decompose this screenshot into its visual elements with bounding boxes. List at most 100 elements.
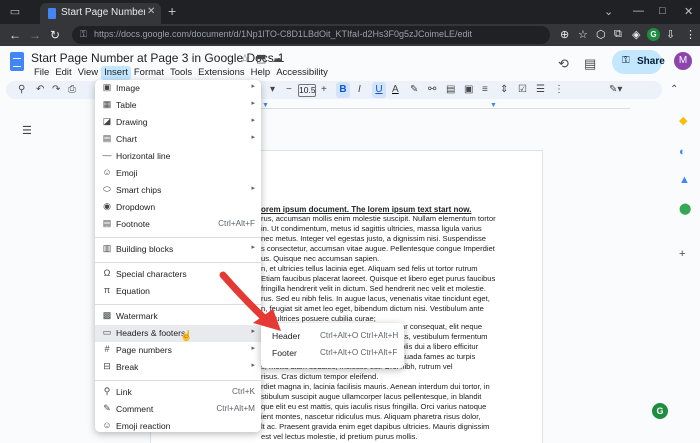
menu-extensions[interactable]: Extensions	[195, 66, 247, 80]
avatar[interactable]: M	[674, 52, 692, 70]
menu-item-shortcut: Ctrl+K	[232, 386, 255, 396]
left-indent-marker-icon[interactable]: ▼	[262, 102, 269, 109]
menu-divider	[95, 262, 261, 263]
menu-item-label: Break	[116, 361, 139, 372]
close-tab-icon[interactable]: ✕	[147, 6, 155, 17]
font-size-field[interactable]: 10.5	[298, 84, 316, 97]
grammarly-extension-icon[interactable]: G	[647, 28, 660, 41]
maximize-icon[interactable]: □	[659, 5, 666, 17]
menu-item-label: Emoji	[116, 167, 138, 178]
menu-accessibility[interactable]: Accessibility	[273, 66, 331, 80]
right-indent-marker-icon[interactable]: ▼	[490, 102, 497, 109]
reload-icon[interactable]: ↻	[50, 28, 60, 42]
downloads-icon[interactable]: ⇩	[666, 28, 675, 41]
add-addon-icon[interactable]: +	[679, 248, 685, 260]
more-options-icon[interactable]: ⋮	[554, 84, 564, 95]
doc-line: rus, accumsan mollis enim molestie susci…	[261, 215, 496, 223]
maps-icon[interactable]: ⬤	[679, 202, 691, 215]
menu-edit[interactable]: Edit	[52, 66, 74, 80]
new-tab-button[interactable]: +	[168, 3, 176, 19]
star-icon[interactable]: ☆	[240, 52, 250, 65]
submenu-item-footer[interactable]: Footer Ctrl+Alt+O Ctrl+Alt+F	[261, 345, 404, 362]
menu-item-label: Page numbers	[116, 344, 172, 355]
browser-tab-strip: ▭ Start Page Number at Page 3 in ✕ + ⌄ —…	[0, 0, 700, 24]
forward-arrow-icon[interactable]: →	[29, 28, 41, 42]
menu-file[interactable]: File	[31, 66, 52, 80]
menu-insert[interactable]: Insert	[101, 66, 131, 80]
undo-icon[interactable]: ↶	[36, 84, 44, 95]
version-history-icon[interactable]: ⟲	[558, 56, 569, 72]
search-menus-icon[interactable]: ⚲	[18, 84, 25, 95]
extension-pocket-icon[interactable]: ◈	[632, 28, 640, 41]
submenu-arrow-icon: ▸	[251, 134, 255, 141]
menu-item-drawing[interactable]: ◪ Drawing ▸	[95, 114, 261, 131]
align-icon[interactable]: ≡	[482, 84, 488, 95]
print-icon[interactable]: ⎙	[68, 84, 76, 95]
tasks-icon[interactable]: ◐	[679, 146, 686, 158]
document-outline-icon[interactable]: ☰	[22, 124, 32, 137]
chrome-menu-icon[interactable]: ⋮	[685, 28, 696, 41]
menu-item-emoji-reaction[interactable]: ☺ Emoji reaction	[95, 418, 261, 435]
doc-line: stibulum suscipit augue ullamcorper lacu…	[261, 393, 482, 401]
increase-font-icon[interactable]: +	[321, 84, 327, 95]
close-window-icon[interactable]: ✕	[684, 5, 693, 18]
menu-item-table[interactable]: ▦ Table ▸	[95, 97, 261, 114]
highlight-icon[interactable]: ✎	[410, 84, 418, 95]
insert-image-icon[interactable]: ▣	[464, 84, 473, 95]
menu-item-building-blocks[interactable]: ▥ Building blocks ▸	[95, 241, 261, 258]
text-color-button[interactable]: A	[392, 84, 399, 95]
menu-view[interactable]: View	[75, 66, 101, 80]
add-comment-icon[interactable]: ▤	[446, 84, 455, 95]
checklist-icon[interactable]: ☑	[518, 84, 527, 95]
install-app-icon[interactable]: ⊕	[560, 28, 569, 41]
menu-tools[interactable]: Tools	[167, 66, 195, 80]
cloud-status-icon[interactable]: ☁	[272, 52, 283, 65]
contacts-icon[interactable]: ▲	[679, 174, 690, 186]
share-button[interactable]: ⚿ Share	[612, 50, 665, 74]
browser-tab[interactable]: Start Page Number at Page 3 in ✕	[40, 3, 161, 24]
extension-puzzle-icon[interactable]: ⧉	[614, 28, 622, 41]
menu-item-break[interactable]: ⊟ Break ▸	[95, 359, 261, 376]
site-info-icon[interactable]: ⚿	[80, 29, 87, 40]
menu-format[interactable]: Format	[131, 66, 167, 80]
address-bar[interactable]: ⚿ https://docs.google.com/document/d/1Np…	[72, 26, 550, 44]
line-spacing-icon[interactable]: ⇕	[500, 84, 508, 95]
redo-icon[interactable]: ↷	[52, 84, 60, 95]
watermark-icon: ▩	[102, 310, 112, 320]
editing-mode-icon[interactable]: ✎▾	[609, 84, 622, 95]
annotation-arrow-icon	[219, 271, 281, 331]
chevron-up-icon[interactable]: ⌃	[670, 84, 678, 95]
emoji-icon: ☺	[102, 167, 112, 177]
back-arrow-icon[interactable]: ←	[9, 28, 21, 42]
decrease-font-icon[interactable]: −	[286, 84, 292, 95]
keep-icon[interactable]: ◆	[679, 114, 687, 127]
menu-item-dropdown[interactable]: ◉ Dropdown	[95, 199, 261, 216]
menu-item-page-numbers[interactable]: # Page numbers ▸	[95, 342, 261, 359]
insert-link-icon[interactable]: ⚯	[428, 84, 436, 95]
menu-item-footnote[interactable]: ▤ Footnote Ctrl+Alt+F	[95, 216, 261, 233]
menu-item-comment[interactable]: ✎ Comment Ctrl+Alt+M	[95, 401, 261, 418]
grammarly-icon[interactable]: G	[652, 403, 668, 419]
bold-button[interactable]: B	[336, 82, 350, 98]
italic-button[interactable]: I	[358, 84, 361, 95]
minimize-icon[interactable]: —	[633, 5, 644, 17]
tab-search-icon[interactable]: ⌄	[604, 5, 613, 18]
menu-help[interactable]: Help	[248, 66, 274, 80]
bulleted-list-icon[interactable]: ☰	[536, 84, 545, 95]
font-dropdown-icon[interactable]: ▾	[270, 84, 275, 95]
window-menu-icon[interactable]: ▭	[8, 5, 22, 19]
extension-icon[interactable]: ⬡	[596, 28, 606, 41]
menu-item-link[interactable]: ⚲ Link Ctrl+K	[95, 384, 261, 401]
comments-icon[interactable]: ▤	[584, 56, 596, 72]
menu-item-emoji[interactable]: ☺ Emoji	[95, 165, 261, 182]
building-blocks-icon: ▥	[102, 243, 112, 253]
bookmark-star-icon[interactable]: ☆	[578, 28, 588, 41]
underline-button[interactable]: U	[372, 82, 386, 98]
menu-item-horizontal-line[interactable]: — Horizontal line	[95, 148, 261, 165]
move-folder-icon[interactable]: ⬒	[256, 52, 266, 65]
docs-logo-icon[interactable]	[10, 52, 24, 71]
menu-item-image[interactable]: ▣ Image ▸	[95, 80, 261, 97]
menu-item-smart-chips[interactable]: ⬭ Smart chips ▸	[95, 182, 261, 199]
drawing-icon: ◪	[102, 116, 112, 126]
menu-item-chart[interactable]: ▤ Chart ▸	[95, 131, 261, 148]
